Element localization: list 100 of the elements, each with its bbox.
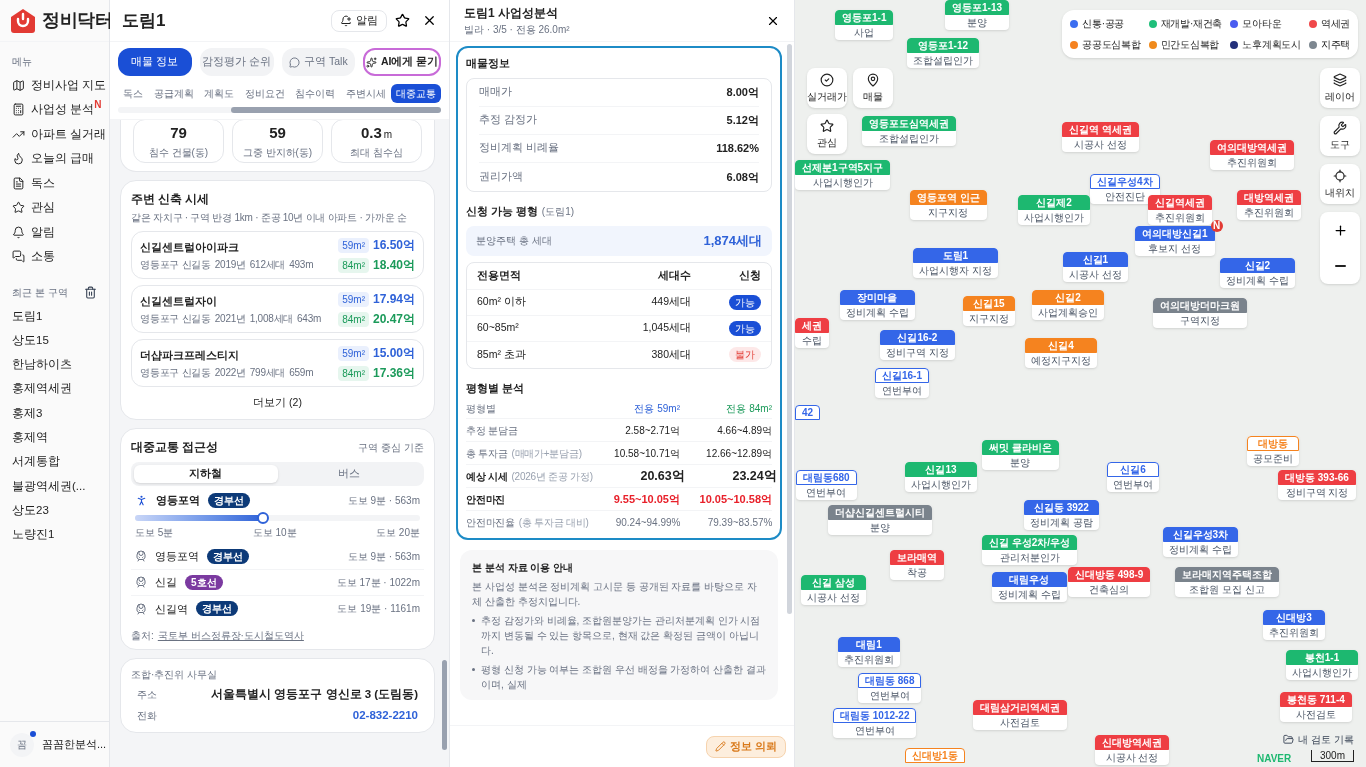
zone-marker[interactable]: 신길2 정비계획 수립 bbox=[1220, 258, 1295, 288]
zone-marker[interactable]: 신길역세권 추진위원회 bbox=[1148, 195, 1212, 225]
zone-marker[interactable]: 더샵신길센트럴시티 분양 bbox=[828, 505, 932, 535]
recent-item[interactable]: 홍제역 bbox=[0, 425, 109, 450]
zone-marker[interactable]: 세권 수립 bbox=[795, 318, 829, 348]
sub-tab[interactable]: 대중교통 bbox=[391, 84, 441, 103]
sidebar-item[interactable]: 오늘의 급매 bbox=[0, 146, 95, 171]
recent-item[interactable]: 상도15 bbox=[0, 328, 109, 353]
map-control[interactable]: 내위치 bbox=[1320, 164, 1360, 204]
sub-tab[interactable]: 주변시세 bbox=[340, 84, 391, 103]
zone-marker[interactable]: 신길15 지구지정 bbox=[963, 296, 1015, 326]
trash-icon[interactable] bbox=[84, 286, 97, 299]
zone-name[interactable]: 42 bbox=[795, 405, 821, 420]
zone-marker[interactable]: 영등포도심역세권 조합설립인가 bbox=[862, 116, 956, 146]
recent-item[interactable]: 한남하이츠 bbox=[0, 352, 109, 377]
apartment-item[interactable]: 더샵파크프레스티지 영등포구 신길동 2022년 799세대 659m 59m² 15.00억 84m² 17.36억 bbox=[131, 339, 424, 388]
zone-marker[interactable]: 신길제2 사업시행인가 bbox=[1018, 195, 1090, 225]
zone-marker[interactable]: 대방동 393-66 정비구역 지정 bbox=[1278, 470, 1356, 500]
mode-tab[interactable]: 버스 bbox=[277, 465, 421, 484]
sub-tab[interactable]: 공급계획 bbox=[148, 84, 199, 103]
zone-marker[interactable]: 신길1 시공사 선정 bbox=[1063, 252, 1128, 282]
close-icon[interactable] bbox=[422, 13, 437, 28]
zone-marker[interactable]: 신길2 사업계획승인 bbox=[1032, 290, 1104, 320]
user-name[interactable]: 꼼꼼한분석... bbox=[42, 736, 107, 753]
history-button[interactable]: 내 검토 기록 bbox=[1283, 732, 1354, 747]
zone-marker[interactable]: 신대방역세권 시공사 선정 bbox=[1095, 735, 1169, 765]
zone-marker[interactable]: 영등포역 인근 지구지정 bbox=[910, 190, 987, 220]
zone-marker[interactable]: 대림동 868 연번부여 bbox=[858, 673, 922, 703]
zone-marker[interactable]: 신대방3 추진위원회 bbox=[1263, 610, 1325, 640]
zone-marker[interactable]: 신길우성3차 정비계획 수립 bbox=[1163, 527, 1238, 557]
map-control[interactable]: 실거래가 bbox=[807, 68, 847, 108]
apartment-item[interactable]: 신길센트럴아이파크 영등포구 신길동 2019년 612세대 493m 59m² 16.50억 84m² 18.40억 bbox=[131, 231, 424, 280]
zone-marker[interactable]: 도림1 사업시행자 지정 bbox=[913, 248, 998, 278]
zone-marker[interactable]: 영등포1-1 사업 bbox=[835, 10, 894, 40]
zone-marker[interactable]: 신대방동 498-9 건축심의 bbox=[1068, 567, 1151, 597]
sidebar-item[interactable]: 정비사업 지도 bbox=[0, 73, 107, 98]
map-control[interactable]: 관심 bbox=[807, 114, 847, 154]
recent-item[interactable]: 홍제3 bbox=[0, 401, 109, 426]
sub-tab[interactable]: 침수이력 bbox=[290, 84, 340, 103]
zone-marker[interactable]: 보라매지역주택조합 조합원 모집 신고 bbox=[1175, 567, 1279, 597]
avatar[interactable]: 꼼 bbox=[10, 732, 34, 757]
zone-marker[interactable]: 영등포1-13 분양 bbox=[945, 0, 1009, 30]
more-button[interactable]: 더보기 (2) bbox=[131, 395, 424, 411]
recent-item[interactable]: 도림1 bbox=[0, 304, 109, 329]
star-icon[interactable] bbox=[395, 13, 410, 28]
sidebar-item[interactable]: 독스 bbox=[0, 171, 55, 196]
map-control[interactable]: 도구 bbox=[1320, 116, 1360, 156]
zone-marker[interactable]: 신길6 연번부여 bbox=[1107, 462, 1159, 492]
zone-marker[interactable]: 신길13 사업시행인가 bbox=[905, 462, 977, 492]
zone-marker[interactable]: 선제분1구역5지구 사업시행인가 bbox=[795, 160, 891, 190]
recent-item[interactable]: 상도23 bbox=[0, 498, 109, 523]
sidebar-item[interactable]: 아파트 실거래 bbox=[0, 122, 107, 147]
zone-marker[interactable]: 신길역 역세권 시공사 선정 bbox=[1062, 122, 1139, 152]
tab[interactable]: 감정평가 순위 bbox=[199, 48, 274, 76]
zone-marker[interactable]: 대방동 공모준비 bbox=[1247, 436, 1299, 466]
zone-marker[interactable]: 신길16-2 정비구역 지정 bbox=[880, 330, 955, 360]
sidebar-item[interactable]: 사업성 분석 bbox=[0, 97, 95, 122]
scrollbar[interactable] bbox=[442, 660, 447, 750]
apartment-item[interactable]: 신길센트럴자이 영등포구 신길동 2021년 1,008세대 643m 59m² 17.94억 84m² 20.47억 bbox=[131, 285, 424, 334]
zone-marker[interactable]: 대방역세권 추진위원회 bbox=[1237, 190, 1301, 220]
sub-tab[interactable]: 계획도 bbox=[199, 84, 239, 103]
slider-thumb[interactable] bbox=[257, 511, 270, 524]
scrollbar[interactable] bbox=[231, 107, 441, 113]
sub-tab[interactable]: 정비요건 bbox=[239, 84, 290, 103]
sub-tab[interactable]: 독스 bbox=[118, 84, 148, 103]
zone-marker[interactable]: 대림삼거리역세권 사전검토 bbox=[973, 700, 1067, 730]
sidebar-item[interactable]: 소통 bbox=[0, 244, 55, 269]
zone-marker[interactable]: 여의대방역세권 추진위원회 bbox=[1210, 140, 1294, 170]
zone-marker[interactable]: 신길16-1 연번부여 bbox=[875, 368, 929, 398]
map-control[interactable]: 레이어 bbox=[1320, 68, 1360, 108]
mode-tab[interactable]: 지하철 bbox=[134, 465, 278, 484]
zone-marker[interactable]: 봉천1-1 사업시행인가 bbox=[1286, 650, 1358, 680]
zone-marker[interactable]: 장미마을 정비계획 수립 bbox=[840, 290, 915, 320]
zone-marker[interactable]: 봉천동 711-4 사전검토 bbox=[1280, 692, 1352, 722]
zone-marker[interactable]: 대림우성 정비계획 수립 bbox=[992, 572, 1067, 602]
zone-marker[interactable]: 신길 우성2차/우성 관리처분인가 bbox=[982, 535, 1078, 565]
zone-marker[interactable]: 신길4 예정지구지정 bbox=[1025, 338, 1097, 368]
recent-item[interactable]: 불광역세권(... bbox=[0, 474, 109, 499]
sidebar-item[interactable]: 알림 bbox=[0, 220, 55, 245]
sidebar-item[interactable]: 관심 bbox=[0, 195, 55, 220]
recent-item[interactable]: 노량진1 bbox=[0, 522, 109, 547]
tab[interactable]: 구역 Talk bbox=[281, 48, 356, 76]
zone-marker[interactable]: 써밋 클라비온 분양 bbox=[982, 440, 1059, 470]
source-link[interactable]: 국토부 버스정류장·도시철도역사 bbox=[157, 627, 304, 643]
zone-marker[interactable]: 영등포1-12 조합설립인가 bbox=[907, 38, 979, 68]
map-control[interactable]: 매물 bbox=[853, 68, 893, 108]
scrollbar[interactable] bbox=[787, 44, 792, 614]
tab[interactable]: 매물 정보 bbox=[118, 48, 192, 76]
phone-link[interactable]: 02-832-2210 bbox=[352, 707, 418, 725]
zone-marker[interactable]: 신길동 3922 정비계획 공람 bbox=[1024, 500, 1099, 530]
recent-item[interactable]: 서계통합 bbox=[0, 449, 109, 475]
map-tile[interactable] bbox=[795, 0, 1366, 767]
zone-marker[interactable]: 보라매역 착공 bbox=[890, 550, 944, 580]
zone-marker[interactable]: 대림동680 연번부여 bbox=[796, 470, 857, 500]
zone-marker[interactable]: 신길 삼성 시공사 선정 bbox=[801, 575, 866, 605]
zone-marker[interactable]: 대림1 추진위원회 bbox=[838, 637, 900, 667]
zone-marker[interactable]: 여의대방더마크원 구역지정 bbox=[1153, 298, 1247, 328]
recent-item[interactable]: 홍제역세권 bbox=[0, 376, 109, 402]
zone-marker[interactable]: 대림동 1012-22 연번부여 bbox=[833, 708, 917, 738]
tab[interactable]: AI에게 묻기 bbox=[363, 48, 441, 76]
